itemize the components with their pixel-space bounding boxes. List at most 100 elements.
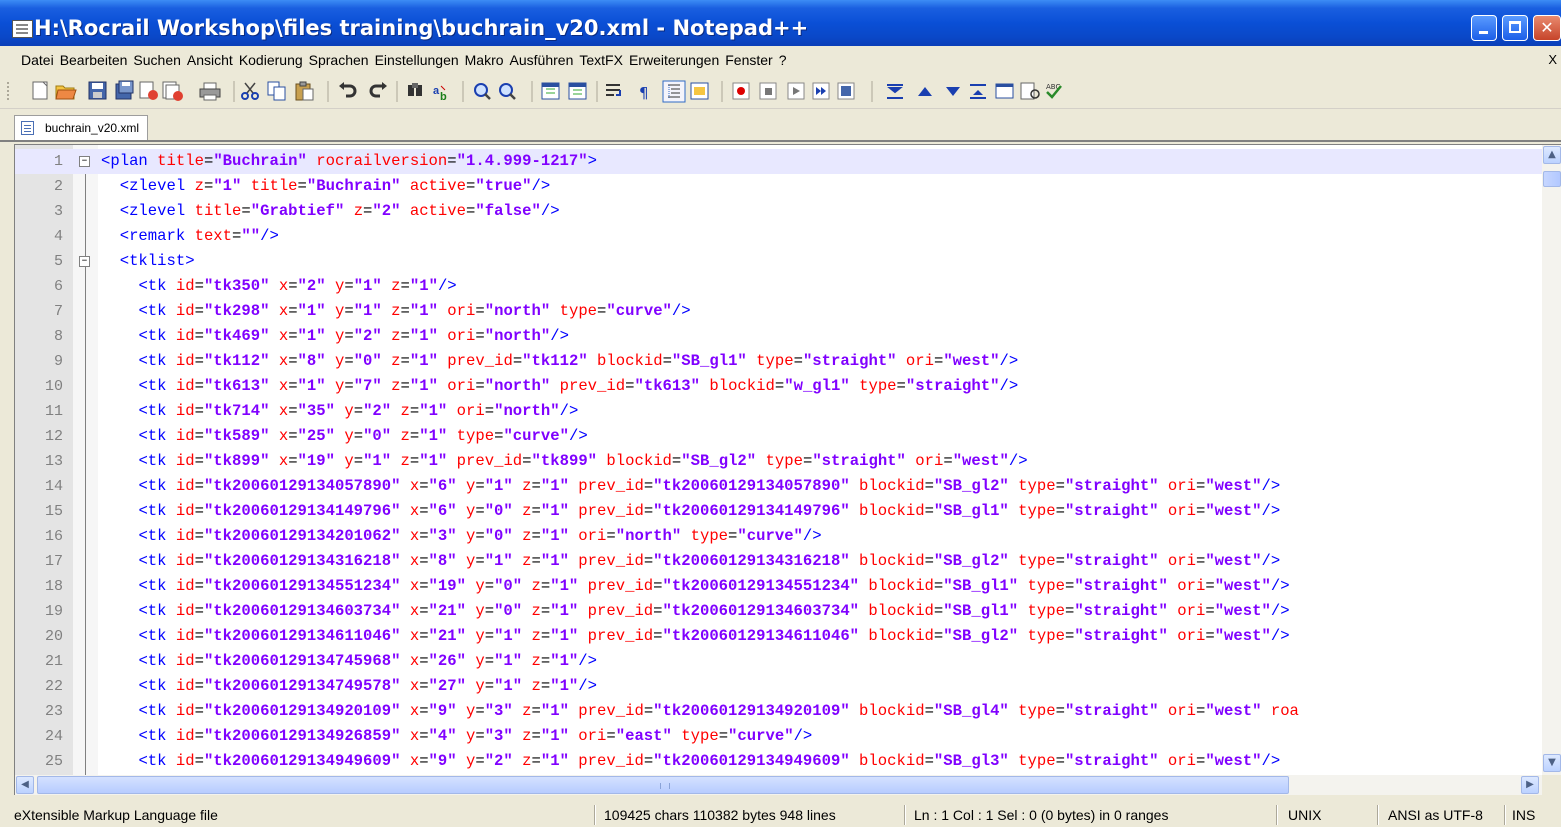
save-icon[interactable]	[88, 81, 107, 100]
tab-buchrain-v20[interactable]: buchrain_v20.xml	[14, 115, 149, 140]
code-line[interactable]: 16 <tk id="tk20060129134201062" x="3" y=…	[15, 524, 1545, 549]
menu-item-bearbeiten[interactable]: Bearbeiten	[57, 48, 131, 68]
fold-toggle-icon[interactable]: −	[79, 256, 90, 267]
zoom-in-icon[interactable]	[474, 83, 491, 100]
stop-macro-icon[interactable]	[759, 82, 777, 100]
code-line[interactable]: 18 <tk id="tk20060129134551234" x="19" y…	[15, 574, 1545, 599]
code-line[interactable]: 7 <tk id="tk298" x="1" y="1" z="1" ori="…	[15, 299, 1545, 324]
editor[interactable]: 1− <plan title="Buchrain" rocrailversion=…	[14, 144, 1561, 795]
minimize-button[interactable]	[1471, 15, 1497, 41]
show-all-chars-icon[interactable]: ¶	[639, 84, 649, 102]
code-line[interactable]: 3 <zlevel title="Grabtief" z="2" active=…	[15, 199, 1545, 224]
close-window-button[interactable]: ✕	[1533, 15, 1561, 41]
open-file-icon[interactable]	[55, 85, 77, 100]
indent-guide-icon[interactable]	[662, 80, 686, 103]
menu-item-einstellungen[interactable]: Einstellungen	[372, 48, 462, 68]
menu-item-erweiterungen[interactable]: Erweiterungen	[626, 48, 722, 68]
code-line[interactable]: 5 − <tklist>	[15, 249, 1545, 274]
redo-icon[interactable]	[369, 82, 387, 98]
code-line[interactable]: 8 <tk id="tk469" x="1" y="2" z="1" ori="…	[15, 324, 1545, 349]
scroll-down-button[interactable]: ▼	[1543, 754, 1561, 772]
code-line[interactable]: 6 <tk id="tk350" x="2" y="1" z="1"/>	[15, 274, 1545, 299]
menu-items: Datei Bearbeiten Suchen Ansicht Kodierung Spr…	[18, 48, 790, 68]
sync-vertical-icon[interactable]	[541, 82, 560, 100]
copy-icon[interactable]	[267, 81, 286, 101]
code-line[interactable]: 25 <tk id="tk20060129134949609" x="9" y=…	[15, 749, 1545, 774]
scroll-up-button[interactable]: ▲	[1543, 146, 1561, 164]
cut-icon[interactable]	[241, 82, 259, 100]
close-document-button[interactable]: X	[1548, 52, 1557, 67]
close-file-icon[interactable]	[139, 81, 158, 100]
code-line[interactable]: 20 <tk id="tk20060129134611046" x="21" y…	[15, 624, 1545, 649]
menu-item-fenster[interactable]: Fenster	[722, 48, 775, 68]
menu-item-sprachen[interactable]: Sprachen	[306, 48, 372, 68]
code-text: <tk id="tk20060129134920109" x="9" y="3"…	[101, 699, 1298, 724]
code-line[interactable]: 15 <tk id="tk20060129134149796" x="6" y=…	[15, 499, 1545, 524]
code-line[interactable]: 9 <tk id="tk112" x="8" y="0" z="1" prev_…	[15, 349, 1545, 374]
xml-attribute-token: blockid	[868, 602, 934, 620]
vertical-scroll-thumb[interactable]	[1543, 171, 1561, 187]
whitespace-token: =	[643, 502, 654, 520]
code-line[interactable]: 14 <tk id="tk20060129134057890" x="6" y=…	[15, 474, 1545, 499]
run-macro-multiple-icon[interactable]	[812, 82, 830, 100]
code-line[interactable]: 23 <tk id="tk20060129134920109" x="9" y=…	[15, 699, 1545, 724]
code-line[interactable]: 12 <tk id="tk589" x="25" y="0" z="1" typ…	[15, 424, 1545, 449]
record-macro-icon[interactable]	[732, 82, 750, 100]
panel-icon[interactable]	[995, 83, 1014, 99]
xml-value-token: "curve"	[737, 527, 803, 545]
collapse-icon[interactable]	[887, 84, 903, 99]
title-bar[interactable]: H:\Rocrail Workshop\files training\buchr…	[0, 0, 1561, 46]
fold-toggle-icon[interactable]: −	[79, 156, 90, 167]
print-icon[interactable]	[199, 82, 221, 101]
menu-item-kodierung[interactable]: Kodierung	[236, 48, 306, 68]
code-line[interactable]: 21 <tk id="tk20060129134745968" x="26" y…	[15, 649, 1545, 674]
code-line[interactable]: 11 <tk id="tk714" x="35" y="2" z="1" ori…	[15, 399, 1545, 424]
code-lines[interactable]: 1− <plan title="Buchrain" rocrailversion=…	[15, 149, 1545, 774]
code-line[interactable]: 24 <tk id="tk20060129134926859" x="4" y=…	[15, 724, 1545, 749]
code-line[interactable]: 22 <tk id="tk20060129134749578" x="27" y…	[15, 674, 1545, 699]
vertical-scrollbar[interactable]: ▲ ▼	[1542, 145, 1561, 775]
code-line[interactable]: 4 <remark text=""/>	[15, 224, 1545, 249]
horizontal-scroll-thumb[interactable]	[37, 776, 1289, 794]
replace-icon[interactable]: ab	[433, 85, 447, 103]
user-language-icon[interactable]	[690, 82, 709, 100]
play-macro-icon[interactable]	[787, 82, 805, 100]
code-line[interactable]: 1− <plan title="Buchrain" rocrailversion=…	[15, 149, 1545, 174]
menu-item-makro[interactable]: Makro	[462, 48, 507, 68]
code-line[interactable]: 10 <tk id="tk613" x="1" y="7" z="1" ori=…	[15, 374, 1545, 399]
sync-horizontal-icon[interactable]	[568, 82, 587, 100]
code-line[interactable]: 13 <tk id="tk899" x="19" y="1" z="1" pre…	[15, 449, 1545, 474]
up-arrow-icon[interactable]	[918, 87, 932, 96]
maximize-button[interactable]	[1502, 15, 1528, 41]
scroll-right-button[interactable]: ▶	[1521, 776, 1539, 794]
scroll-left-button[interactable]: ◀	[16, 776, 34, 794]
paste-icon[interactable]	[295, 81, 314, 101]
xml-attribute-token: ori	[1177, 577, 1206, 595]
code-line[interactable]: 2 <zlevel z="1" title="Buchrain" active=…	[15, 174, 1545, 199]
save-macro-icon[interactable]	[837, 82, 855, 100]
menu-item-help[interactable]: ?	[776, 48, 790, 68]
horizontal-scrollbar[interactable]: ◀ ▶	[15, 775, 1542, 795]
menu-item-textfx[interactable]: TextFX	[576, 48, 626, 68]
save-all-icon[interactable]	[115, 80, 134, 100]
menu-item-suchen[interactable]: Suchen	[130, 48, 183, 68]
preview-icon[interactable]	[1020, 82, 1040, 100]
menu-item-ansicht[interactable]: Ansicht	[184, 48, 236, 68]
code-line[interactable]: 19 <tk id="tk20060129134603734" x="21" y…	[15, 599, 1545, 624]
word-wrap-icon[interactable]	[606, 84, 621, 96]
down-arrow-icon[interactable]	[946, 87, 960, 96]
new-file-icon[interactable]	[32, 81, 48, 100]
menu-item-ausführen[interactable]: Ausführen	[507, 48, 577, 68]
zoom-out-icon[interactable]	[499, 83, 516, 100]
expand-icon[interactable]	[970, 84, 986, 99]
find-icon[interactable]	[408, 83, 422, 96]
spellcheck-icon[interactable]: ABC	[1046, 83, 1062, 99]
close-all-icon[interactable]	[162, 81, 183, 101]
menu-item-datei[interactable]: Datei	[18, 48, 57, 68]
code-line[interactable]: 17 <tk id="tk20060129134316218" x="8" y=…	[15, 549, 1545, 574]
undo-icon[interactable]	[339, 82, 357, 98]
